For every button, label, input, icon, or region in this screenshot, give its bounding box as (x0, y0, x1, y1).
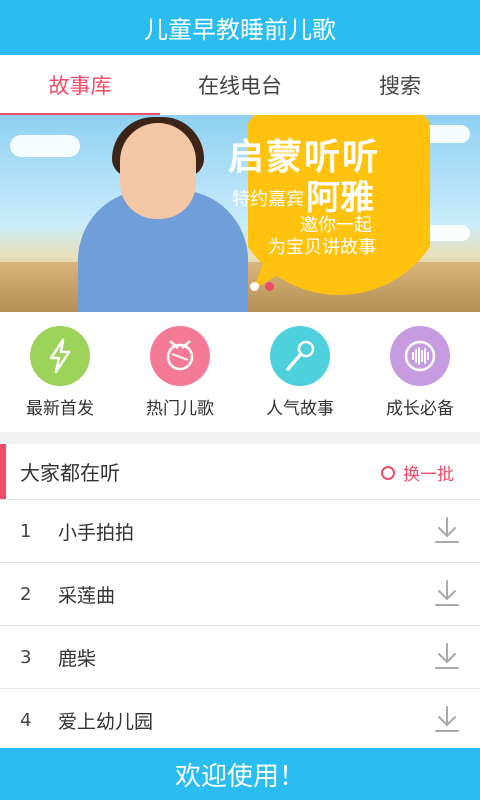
item-number: 4 (20, 709, 32, 731)
item-title: 小手拍拍 (58, 521, 135, 544)
guest-face (120, 123, 196, 219)
promo-banner[interactable]: 启蒙听听 特约嘉宾 阿雅 邀你一起 为宝贝讲故事 (0, 115, 480, 312)
refresh-icon (381, 465, 395, 480)
category-new-releases[interactable]: 最新首发 (0, 312, 120, 432)
item-number: 2 (20, 583, 32, 605)
cloud-decoration (10, 135, 80, 157)
tab-bar: 故事库 在线电台 搜索 (0, 55, 480, 116)
section-accent-bar (0, 444, 6, 499)
list-item[interactable]: 3 鹿柴 (0, 626, 480, 689)
item-title: 采莲曲 (58, 584, 116, 607)
tab-online-radio[interactable]: 在线电台 (160, 55, 320, 115)
app-title-bar: 儿童早教睡前儿歌 (0, 0, 480, 55)
microphone-icon (270, 326, 330, 386)
drum-icon (150, 326, 210, 386)
banner-guest-label: 特约嘉宾 (232, 189, 304, 210)
download-icon[interactable] (434, 579, 460, 611)
download-icon[interactable] (434, 516, 460, 548)
welcome-footer: 欢迎使用！ (0, 748, 480, 800)
tab-search[interactable]: 搜索 (320, 55, 480, 115)
soundwave-icon (390, 326, 450, 386)
download-icon[interactable] (434, 642, 460, 674)
category-grid: 最新首发 热门儿歌 人气故事 成长必备 (0, 312, 480, 432)
app-title: 儿童早教睡前儿歌 (144, 16, 336, 44)
carousel-indicator (250, 282, 274, 291)
tab-story-library[interactable]: 故事库 (0, 55, 160, 116)
item-title: 爱上幼儿园 (58, 710, 154, 733)
category-popular-stories[interactable]: 人气故事 (240, 312, 360, 432)
carousel-dot[interactable] (250, 282, 259, 291)
footer-text: 欢迎使用！ (174, 761, 305, 792)
category-hot-songs[interactable]: 热门儿歌 (120, 312, 240, 432)
section-title: 大家都在听 (20, 461, 120, 485)
item-title: 鹿柴 (58, 647, 97, 670)
refresh-button[interactable]: 换一批 (381, 460, 454, 485)
item-number: 3 (20, 646, 32, 668)
category-growth-essentials[interactable]: 成长必备 (360, 312, 480, 432)
download-icon[interactable] (434, 705, 460, 737)
lightning-icon (30, 326, 90, 386)
list-item[interactable]: 1 小手拍拍 (0, 500, 480, 563)
everyone-listening-section: 大家都在听 换一批 1 小手拍拍 2 采莲曲 3 鹿柴 4 爱上幼儿园 (0, 444, 480, 748)
carousel-dot-active[interactable] (265, 282, 274, 291)
section-header: 大家都在听 换一批 (0, 444, 480, 500)
banner-line-2: 为宝贝讲故事 (268, 237, 376, 258)
item-number: 1 (20, 520, 32, 542)
list-item[interactable]: 4 爱上幼儿园 (0, 689, 480, 751)
list-item[interactable]: 2 采莲曲 (0, 563, 480, 626)
